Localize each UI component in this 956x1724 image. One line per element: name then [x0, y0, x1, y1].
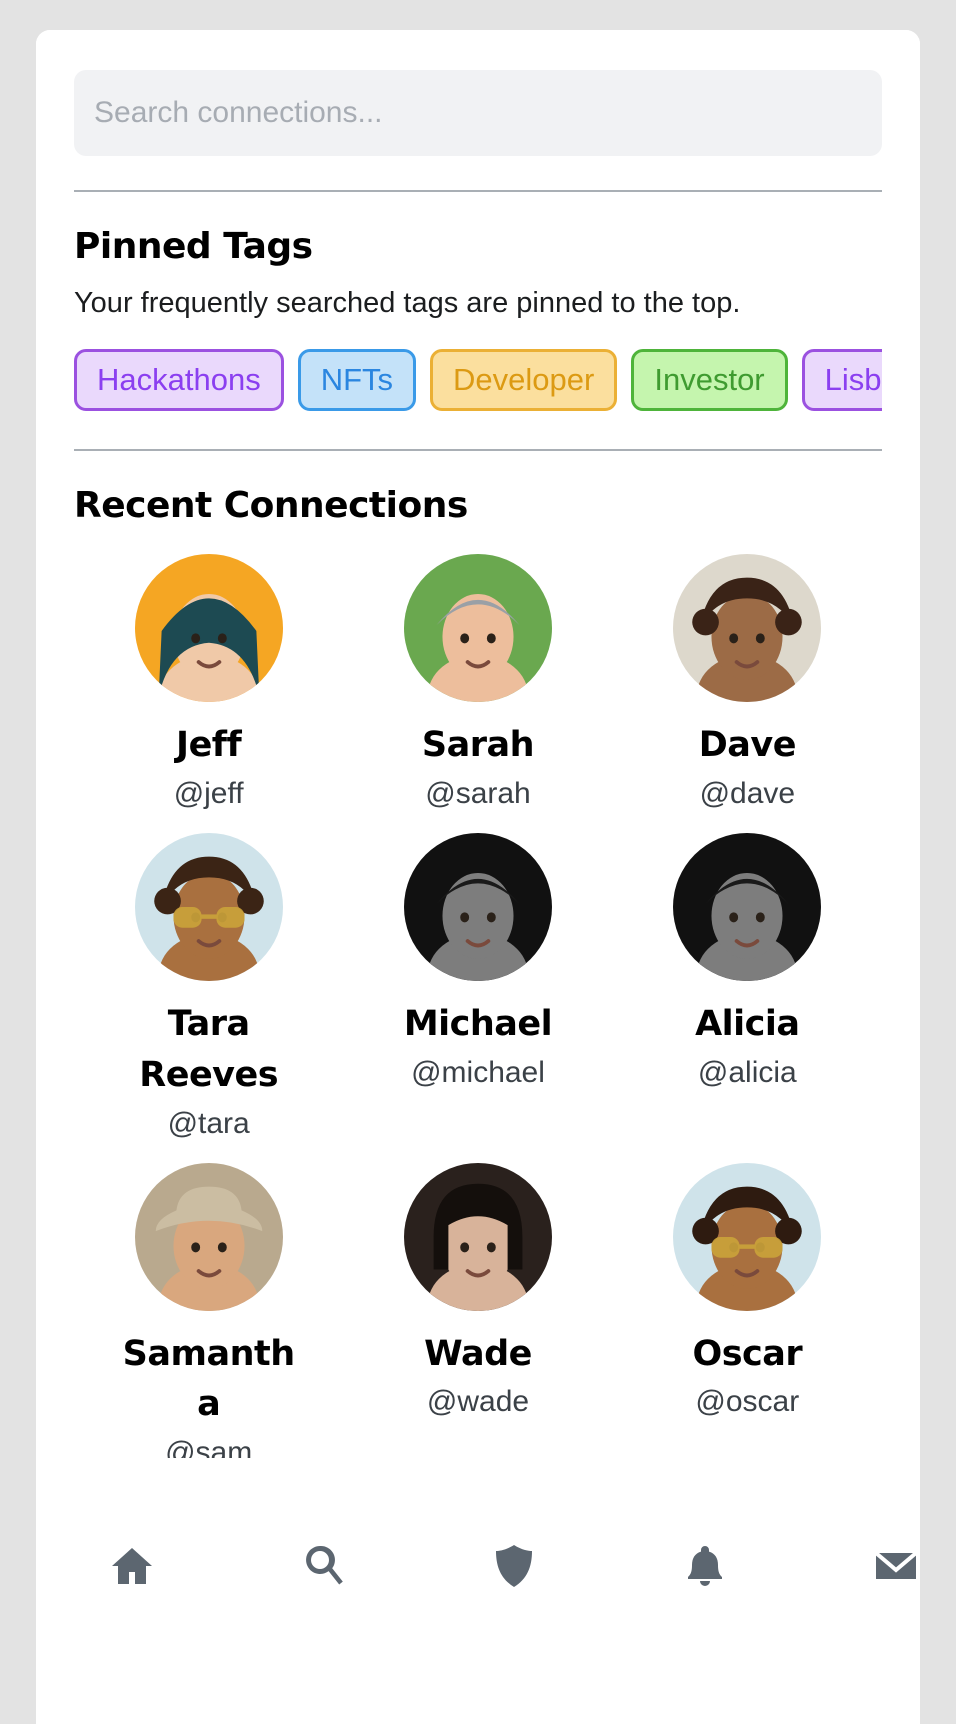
connection-card[interactable]: Samantha @sam: [74, 1162, 343, 1458]
connection-name: Samantha: [122, 1333, 295, 1425]
avatar[interactable]: [673, 833, 822, 982]
avatar[interactable]: [673, 1162, 822, 1311]
connection-handle: @sam: [165, 1436, 253, 1458]
scrollable-content[interactable]: Pinned Tags Your frequently searched tag…: [36, 30, 920, 1458]
connection-handle: @wade: [426, 1385, 530, 1419]
pinned-tag[interactable]: NFTs: [297, 349, 417, 412]
pinned-tag[interactable]: Lisbon: [801, 349, 882, 412]
avatar[interactable]: [134, 1162, 283, 1311]
connection-handle: @dave: [699, 777, 796, 811]
connection-name: Michael: [403, 1004, 553, 1045]
divider-top: [74, 190, 882, 192]
connection-name: Tara Reeves: [139, 1004, 279, 1095]
connection-card[interactable]: Dave @dave: [613, 554, 882, 811]
connection-handle: @sarah: [425, 777, 531, 811]
search-input[interactable]: [74, 70, 882, 156]
connection-handle: @oscar: [695, 1385, 800, 1419]
connection-handle: @tara: [167, 1106, 250, 1140]
avatar[interactable]: [403, 1162, 552, 1311]
connection-card[interactable]: Alicia @alicia: [613, 833, 882, 1141]
nav-item-shield[interactable]: [454, 1542, 574, 1595]
connections-grid: Jeff @jeff Sarah @sarah Dave @dave Tara Reeves…: [74, 554, 882, 1458]
connection-card[interactable]: Michael @michael: [343, 833, 612, 1141]
connection-card[interactable]: Tara Reeves @tara: [74, 833, 343, 1141]
bottom-navigation-bar: [36, 1468, 920, 1724]
connection-card[interactable]: Jeff @jeff: [74, 554, 343, 811]
connection-name: Sarah: [421, 725, 535, 766]
pinned-tag[interactable]: Investor: [631, 349, 788, 412]
connection-handle: @michael: [411, 1055, 545, 1089]
connection-name: Dave: [698, 725, 797, 766]
app-card: Pinned Tags Your frequently searched tag…: [36, 30, 920, 1724]
home-icon[interactable]: [108, 1542, 156, 1595]
connection-handle: @jeff: [173, 777, 244, 811]
connection-card[interactable]: Sarah @sarah: [343, 554, 612, 811]
avatar[interactable]: [134, 833, 283, 982]
nav-item-messages[interactable]: [836, 1542, 920, 1595]
pinned-tags-row[interactable]: HackathonsNFTsDeveloperInvestorLisbon: [74, 349, 882, 412]
pinned-tags-heading: Pinned Tags: [74, 226, 313, 267]
connection-name: Jeff: [176, 725, 242, 766]
nav-item-notifications[interactable]: [645, 1542, 765, 1595]
nav-item-home[interactable]: [72, 1542, 192, 1595]
pinned-tags-description: Your frequently searched tags are pinned…: [74, 287, 741, 319]
shield-icon[interactable]: [490, 1542, 538, 1595]
connection-name: Alicia: [695, 1004, 800, 1045]
connection-card[interactable]: Wade @wade: [343, 1162, 612, 1458]
bell-icon[interactable]: [681, 1542, 729, 1595]
envelope-icon[interactable]: [872, 1542, 920, 1595]
recent-connections-heading: Recent Connections: [74, 485, 468, 527]
pinned-tag[interactable]: Hackathons: [74, 349, 284, 412]
connection-name: Wade: [424, 1333, 532, 1374]
avatar[interactable]: [403, 554, 552, 703]
search-icon[interactable]: [299, 1542, 347, 1595]
divider-middle: [74, 449, 882, 452]
connection-name: Oscar: [692, 1333, 803, 1374]
avatar[interactable]: [403, 833, 552, 982]
connection-handle: @alicia: [697, 1055, 797, 1089]
avatar[interactable]: [673, 554, 822, 703]
connection-card[interactable]: Oscar @oscar: [613, 1162, 882, 1458]
pinned-tag[interactable]: Developer: [430, 349, 618, 412]
avatar[interactable]: [134, 554, 283, 703]
nav-item-search[interactable]: [263, 1542, 383, 1595]
